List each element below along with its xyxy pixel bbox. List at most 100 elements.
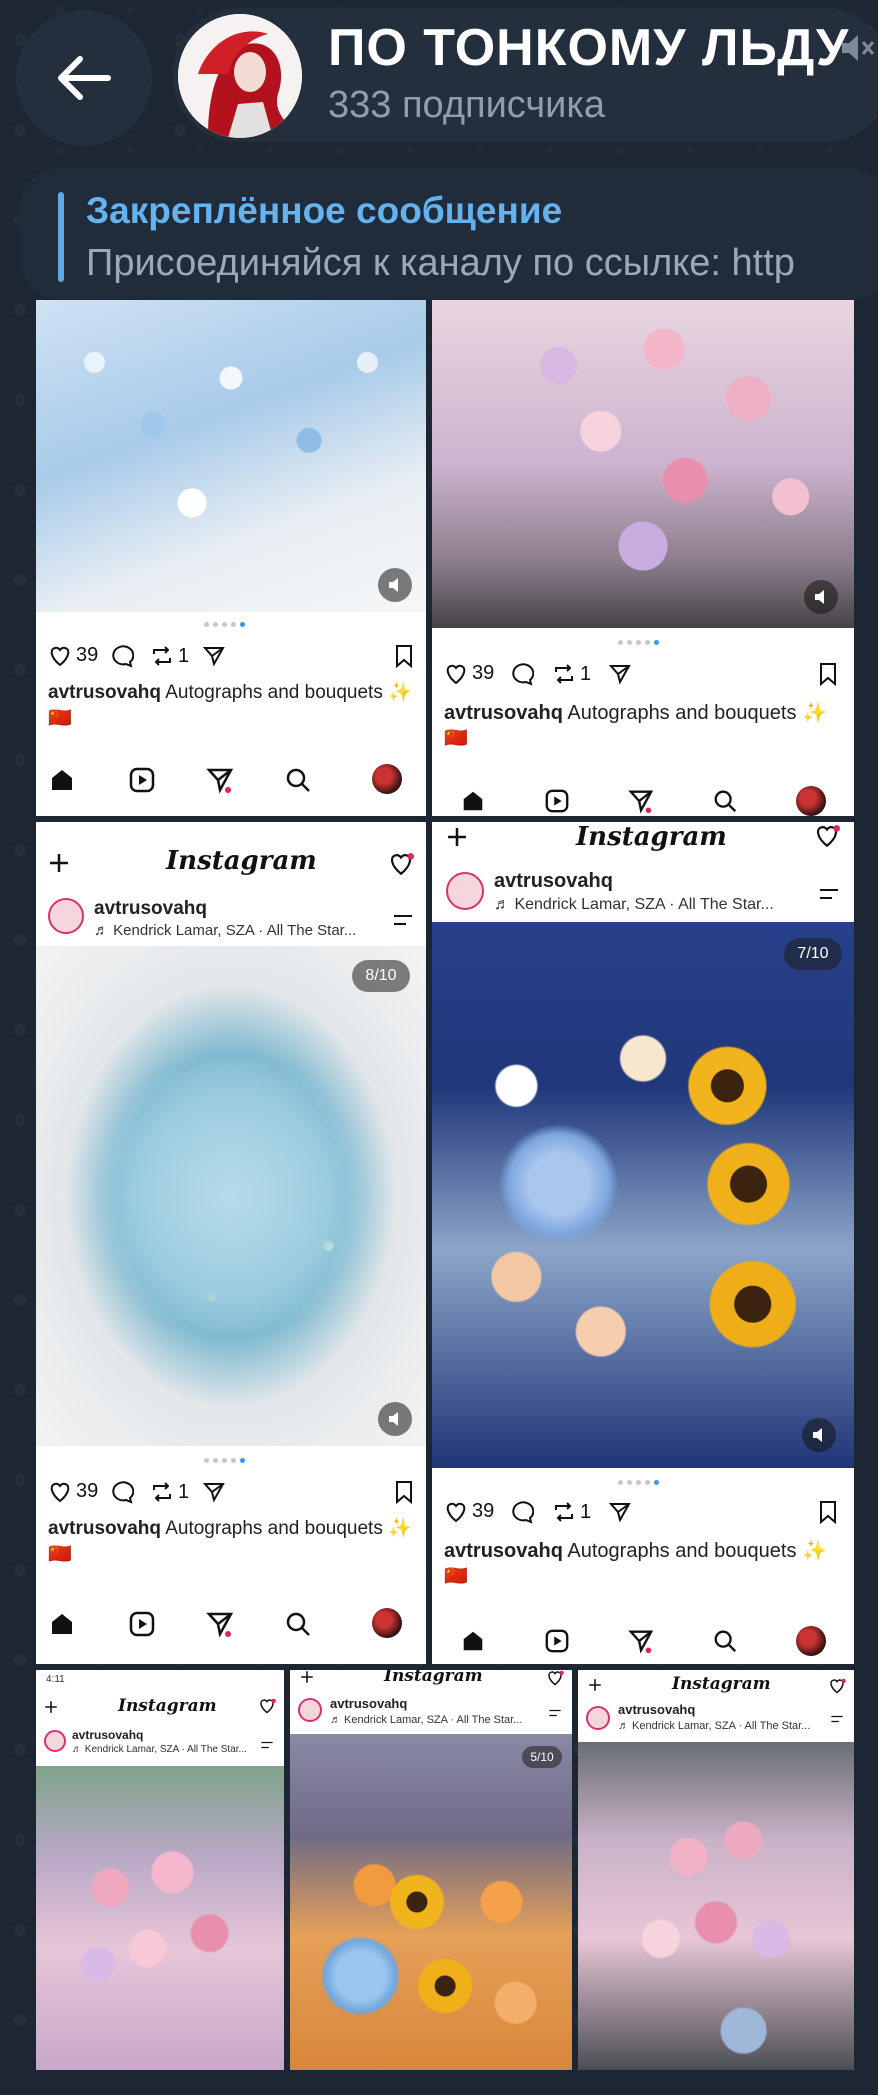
bookmark-icon: [820, 663, 836, 686]
comment-button[interactable]: [110, 644, 134, 668]
search-icon[interactable]: [284, 766, 312, 794]
carousel-dots: [618, 1480, 659, 1485]
more-icon[interactable]: [548, 1708, 562, 1718]
bouquet-photo: [36, 946, 426, 1446]
home-icon[interactable]: [460, 788, 486, 814]
bouquet-photo: [36, 1766, 284, 2070]
add-icon[interactable]: [300, 1670, 314, 1684]
post-username[interactable]: avtrusovahq: [494, 870, 613, 893]
instagram-logo: Instagram: [166, 846, 317, 876]
repost-button[interactable]: 1: [552, 1500, 591, 1524]
post-username[interactable]: avtrusovahq: [330, 1696, 407, 1711]
album-photo-5[interactable]: 4:11 Instagram avtrusovahq ♬ Kendrick La…: [36, 1670, 284, 2070]
comment-button[interactable]: [110, 1480, 134, 1504]
sound-icon[interactable]: [804, 580, 838, 614]
search-icon[interactable]: [712, 788, 738, 814]
save-button[interactable]: [394, 644, 414, 668]
profile-avatar[interactable]: [796, 1626, 826, 1656]
repost-button[interactable]: 1: [552, 662, 591, 686]
like-button[interactable]: 39: [48, 644, 98, 667]
like-count: 39: [76, 644, 99, 666]
share-button[interactable]: [608, 1500, 632, 1524]
heart-icon[interactable]: [828, 1678, 846, 1694]
post-username[interactable]: avtrusovahq: [618, 1702, 695, 1717]
more-icon[interactable]: [392, 912, 414, 928]
more-icon[interactable]: [818, 886, 840, 902]
pinned-indicator: [58, 192, 64, 282]
bouquet-photo: [578, 1742, 854, 2070]
reels-icon[interactable]: [544, 1628, 570, 1654]
pinned-text: Присоединяйся к каналу по ссылке: http: [86, 242, 795, 284]
post-avatar[interactable]: [586, 1706, 610, 1730]
save-button[interactable]: [818, 662, 838, 686]
profile-avatar[interactable]: [372, 764, 402, 794]
heart-icon[interactable]: [258, 1698, 276, 1714]
album-photo-1[interactable]: 39 1 avtrusovahq Autographs and bouquets…: [36, 300, 426, 816]
add-icon[interactable]: [48, 852, 70, 874]
album-photo-4[interactable]: Instagram avtrusovahq ♬ Kendrick Lamar, …: [432, 822, 854, 1664]
comment-button[interactable]: [510, 662, 534, 686]
repost-icon: [555, 664, 573, 684]
media-album: 39 1 avtrusovahq Autographs and bouquets…: [0, 0, 878, 2095]
post-avatar[interactable]: [44, 1730, 66, 1752]
share-button[interactable]: [202, 1480, 226, 1504]
like-button[interactable]: 39: [444, 662, 494, 685]
music-label: ♬ Kendrick Lamar, SZA · All The Star...: [94, 922, 357, 939]
like-button[interactable]: 39: [48, 1480, 98, 1503]
reels-icon[interactable]: [128, 1610, 156, 1638]
add-icon[interactable]: [446, 826, 468, 848]
save-button[interactable]: [818, 1500, 838, 1524]
comment-icon: [112, 1481, 134, 1504]
home-icon[interactable]: [48, 1610, 76, 1638]
heart-icon[interactable]: [814, 824, 840, 848]
ig-bottom-nav: [432, 1608, 854, 1664]
search-icon[interactable]: [712, 1628, 738, 1654]
post-username[interactable]: avtrusovahq: [72, 1728, 143, 1742]
album-photo-7[interactable]: Instagram avtrusovahq ♬ Kendrick Lamar, …: [578, 1670, 854, 2070]
share-button[interactable]: [608, 662, 632, 686]
status-time: 4:11: [46, 1674, 65, 1685]
mute-icon[interactable]: [836, 28, 876, 68]
post-avatar[interactable]: [48, 898, 84, 934]
flag-emoji: 🇨🇳: [48, 708, 72, 729]
album-photo-6[interactable]: Instagram avtrusovahq ♬ Kendrick Lamar, …: [290, 1670, 572, 2070]
post-username[interactable]: avtrusovahq: [94, 898, 207, 920]
repost-button[interactable]: 1: [150, 644, 189, 668]
album-photo-3[interactable]: Instagram avtrusovahq ♬ Kendrick Lamar, …: [36, 822, 426, 1664]
reels-icon[interactable]: [128, 766, 156, 794]
sound-icon[interactable]: [378, 1402, 412, 1436]
heart-icon[interactable]: [546, 1670, 564, 1686]
comment-button[interactable]: [510, 1500, 534, 1524]
add-icon[interactable]: [588, 1678, 602, 1692]
heart-icon: [50, 1482, 70, 1502]
add-icon[interactable]: [44, 1700, 58, 1714]
sound-icon[interactable]: [802, 1418, 836, 1452]
repost-count: 1: [178, 644, 190, 667]
pinned-message-bar[interactable]: Закреплённое сообщение Присоединяйся к к…: [20, 168, 878, 300]
direct-icon[interactable]: [206, 766, 234, 794]
post-avatar[interactable]: [298, 1698, 322, 1722]
like-button[interactable]: 39: [444, 1500, 494, 1523]
repost-button[interactable]: 1: [150, 1480, 189, 1504]
home-icon[interactable]: [48, 766, 76, 794]
more-icon[interactable]: [830, 1714, 844, 1724]
channel-avatar[interactable]: [178, 14, 302, 138]
post-avatar[interactable]: [446, 872, 484, 910]
profile-avatar[interactable]: [796, 786, 826, 816]
search-icon[interactable]: [284, 1610, 312, 1638]
save-button[interactable]: [394, 1480, 414, 1504]
reels-icon[interactable]: [544, 788, 570, 814]
more-icon[interactable]: [260, 1740, 274, 1750]
back-button[interactable]: [16, 10, 152, 146]
sound-icon[interactable]: [378, 568, 412, 602]
heart-icon[interactable]: [388, 852, 414, 876]
home-icon[interactable]: [460, 1628, 486, 1654]
profile-avatar[interactable]: [372, 1608, 402, 1638]
direct-icon[interactable]: [206, 1610, 234, 1638]
send-icon: [608, 1503, 631, 1523]
direct-icon[interactable]: [628, 1628, 654, 1654]
like-count: 39: [472, 1500, 495, 1522]
direct-icon[interactable]: [628, 788, 654, 814]
album-photo-2[interactable]: 39 1 avtrusovahq Autographs and bouquets…: [432, 300, 854, 816]
share-button[interactable]: [202, 644, 226, 668]
